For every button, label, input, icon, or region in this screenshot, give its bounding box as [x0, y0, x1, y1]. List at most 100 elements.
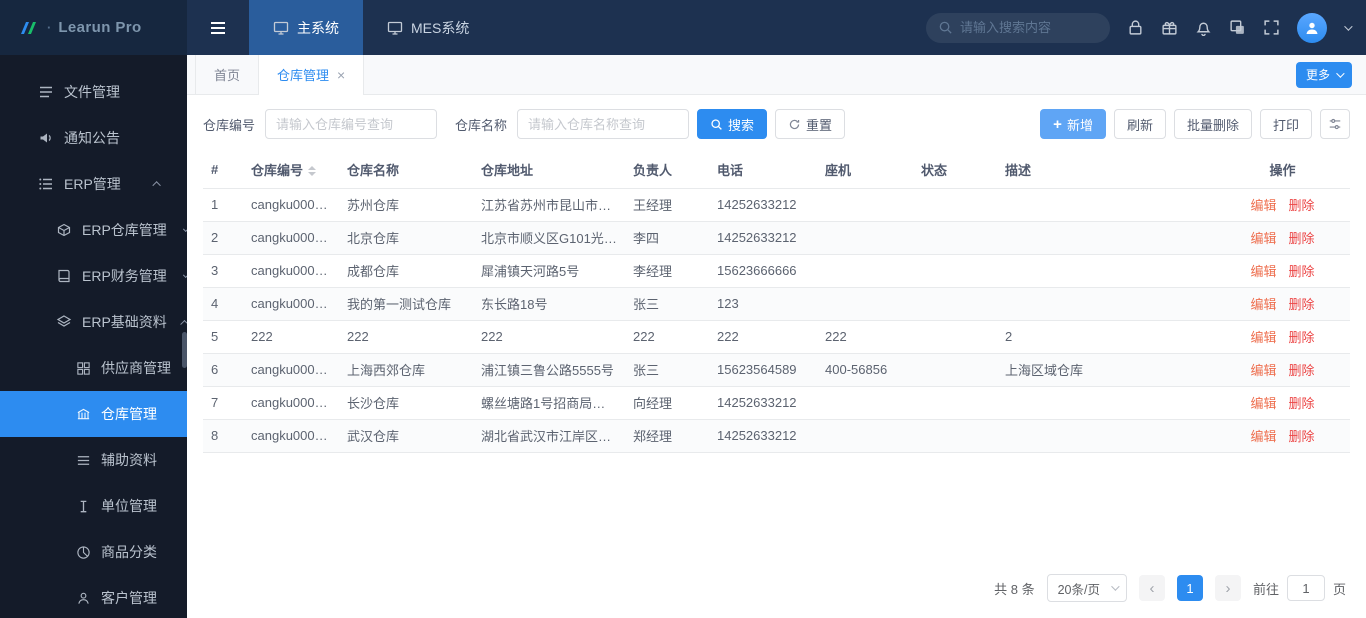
- warehouse-name-input[interactable]: [517, 109, 690, 139]
- cell-phone: 123: [709, 287, 817, 321]
- menu-toggle-icon[interactable]: [187, 0, 249, 55]
- sidebar-item-unit[interactable]: 单位管理: [0, 483, 187, 529]
- warehouse-name-label: 仓库名称: [455, 117, 508, 133]
- column-header-code[interactable]: 仓库编号: [243, 151, 339, 189]
- print-button-label: 打印: [1272, 117, 1299, 133]
- edit-link[interactable]: 编辑: [1250, 330, 1276, 345]
- delete-link[interactable]: 删除: [1289, 231, 1315, 246]
- cell-address: 湖北省武汉市江岸区黄...: [473, 419, 625, 453]
- tab-warehouse-management[interactable]: 仓库管理 ×: [259, 54, 365, 95]
- sidebar-item-customer[interactable]: 客户管理: [0, 575, 187, 618]
- system-tab-mes[interactable]: MES系统: [363, 0, 493, 55]
- goto-page: 前往 页: [1253, 575, 1346, 601]
- column-settings-icon[interactable]: [1320, 109, 1350, 139]
- user-menu-chevron-icon[interactable]: [1344, 21, 1353, 31]
- delete-link[interactable]: 删除: [1289, 396, 1315, 411]
- sidebar-item-notice[interactable]: 通知公告: [0, 115, 187, 161]
- sidebar-item-label: ERP管理: [64, 176, 121, 192]
- edit-link[interactable]: 编辑: [1250, 231, 1276, 246]
- sort-desc-icon[interactable]: [308, 172, 317, 177]
- sidebar-item-erp-basic-group[interactable]: ERP基础资料: [0, 299, 187, 345]
- warehouse-code-input[interactable]: [265, 109, 438, 139]
- cell-manager: 王经理: [625, 188, 709, 222]
- table-row[interactable]: 3 cangku0000007 成都仓库 犀浦镇天河路5号 李经理 15623666666…: [203, 254, 1350, 288]
- prev-page-button[interactable]: ‹: [1138, 575, 1165, 601]
- cell-manager: 李经理: [625, 254, 709, 288]
- edit-link[interactable]: 编辑: [1250, 198, 1276, 213]
- cell-index: 6: [203, 353, 243, 387]
- table-row[interactable]: 4 cangku000001 我的第一测试仓库 东长路18号 张三 123 编辑 删除: [203, 287, 1350, 321]
- system-tab-main[interactable]: 主系统: [249, 0, 363, 55]
- table-row[interactable]: 2 cangku000002 北京仓库 北京市顺义区G101光大... 李四 142526…: [203, 221, 1350, 255]
- sidebar-item-category[interactable]: 商品分类: [0, 529, 187, 575]
- cell-landline: 222: [817, 320, 913, 354]
- table-row[interactable]: 7 cangku000005 长沙仓库 螺丝塘路1号招商局物流... 向经理 142526…: [203, 386, 1350, 420]
- sidebar-item-file-management[interactable]: 文件管理: [0, 69, 187, 115]
- edit-link[interactable]: 编辑: [1250, 297, 1276, 312]
- close-icon[interactable]: ×: [337, 68, 345, 82]
- delete-link[interactable]: 删除: [1289, 429, 1315, 444]
- batch-delete-button[interactable]: 批量删除: [1173, 109, 1252, 139]
- pie-icon: [76, 545, 91, 560]
- search-button[interactable]: 搜索: [697, 109, 768, 139]
- cell-address: 江苏省苏州市昆山市田...: [473, 188, 625, 222]
- table-row[interactable]: 5 222 222 222 222 222 222 2 编辑 删除: [203, 320, 1350, 354]
- global-search[interactable]: [926, 12, 1110, 43]
- sidebar-item-supplier[interactable]: 供应商管理: [0, 345, 187, 391]
- bell-icon[interactable]: [1195, 19, 1212, 36]
- page-1-button[interactable]: 1: [1176, 575, 1203, 601]
- delete-link[interactable]: 删除: [1289, 264, 1315, 279]
- refresh-button[interactable]: 刷新: [1113, 109, 1166, 139]
- box-icon: [56, 222, 72, 238]
- theme-icon[interactable]: [1161, 19, 1178, 36]
- edit-link[interactable]: 编辑: [1250, 264, 1276, 279]
- edit-link[interactable]: 编辑: [1250, 396, 1276, 411]
- edit-link[interactable]: 编辑: [1250, 429, 1276, 444]
- reset-button[interactable]: 重置: [775, 109, 846, 139]
- sidebar-item-auxiliary[interactable]: 辅助资料: [0, 437, 187, 483]
- edit-link[interactable]: 编辑: [1250, 363, 1276, 378]
- delete-link[interactable]: 删除: [1289, 330, 1315, 345]
- monitor-icon: [273, 20, 289, 36]
- table-row[interactable]: 8 cangku0000006 武汉仓库 湖北省武汉市江岸区黄... 郑经理 142526…: [203, 419, 1350, 453]
- column-header-operations: 操作: [1215, 151, 1350, 189]
- filter-toolbar: 仓库编号 仓库名称 搜索 重置 + 新增: [187, 95, 1366, 151]
- user-avatar[interactable]: [1297, 12, 1327, 43]
- cell-address: 螺丝塘路1号招商局物流...: [473, 386, 625, 420]
- delete-link[interactable]: 删除: [1289, 198, 1315, 213]
- fullscreen-icon[interactable]: [1263, 19, 1280, 36]
- print-button[interactable]: 打印: [1259, 109, 1312, 139]
- cell-status: [913, 254, 997, 288]
- more-button-label: 更多: [1305, 68, 1330, 82]
- cell-landline: [817, 386, 913, 420]
- sidebar-item-erp[interactable]: ERP管理: [0, 161, 187, 207]
- table-row[interactable]: 1 cangku000004 苏州仓库 江苏省苏州市昆山市田... 王经理 1425263…: [203, 188, 1350, 222]
- sort-asc-icon[interactable]: [308, 166, 317, 171]
- sidebar-item-erp-warehouse-group[interactable]: ERP仓库管理: [0, 207, 187, 253]
- cell-status: [913, 353, 997, 387]
- table-header-row: # 仓库编号 仓库名称 仓库地址 负责人 电话 座机 状态 描述 操作: [203, 151, 1350, 189]
- monitor-icon: [387, 20, 403, 36]
- tab-home[interactable]: 首页: [195, 54, 260, 95]
- multi-window-icon[interactable]: [1229, 19, 1246, 36]
- collapse-icon: [179, 319, 187, 328]
- cell-desc: 2: [997, 320, 1215, 354]
- cell-status: [913, 320, 997, 354]
- more-button[interactable]: 更多: [1295, 61, 1352, 88]
- goto-page-input[interactable]: [1286, 575, 1325, 601]
- delete-link[interactable]: 删除: [1289, 297, 1315, 312]
- goto-label: 前往: [1252, 581, 1279, 597]
- sidebar-item-warehouse[interactable]: 仓库管理: [0, 391, 187, 437]
- cell-operations: 编辑 删除: [1215, 353, 1350, 387]
- sort-icons[interactable]: [308, 166, 317, 177]
- sidebar-item-erp-finance-group[interactable]: ERP财务管理: [0, 253, 187, 299]
- delete-link[interactable]: 删除: [1289, 363, 1315, 378]
- next-page-button[interactable]: ›: [1214, 575, 1241, 601]
- add-button[interactable]: + 新增: [1040, 109, 1106, 139]
- page-size-select[interactable]: 20条/页: [1046, 574, 1127, 602]
- table-row[interactable]: 6 cangku000001 上海西郊仓库 浦江镇三鲁公路5555号 张三 1562356…: [203, 353, 1350, 387]
- topbar: · Learun Pro 主系统 MES系统: [0, 0, 1366, 55]
- global-search-input[interactable]: [960, 20, 1098, 35]
- lock-icon[interactable]: [1127, 19, 1144, 36]
- sidebar-scrollbar[interactable]: [182, 332, 187, 368]
